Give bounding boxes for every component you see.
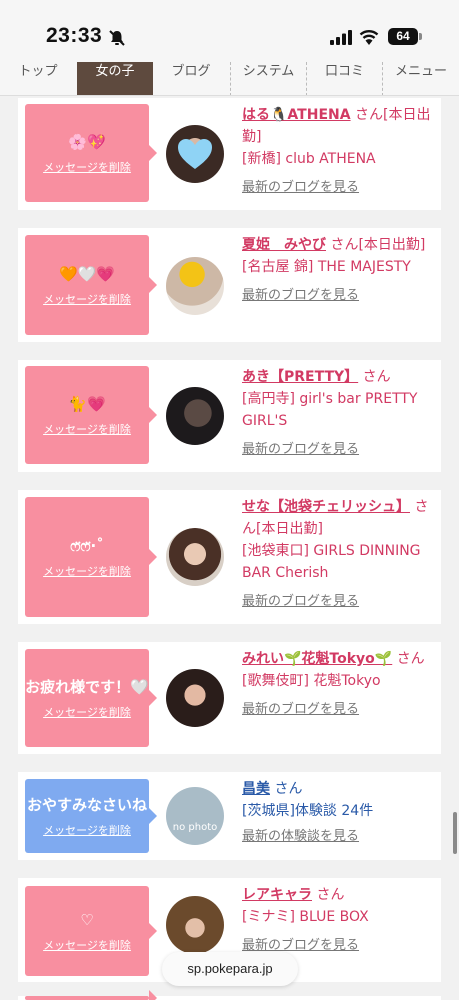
shop-name: [歌舞伎町] 花魁Tokyo [242,673,381,689]
latest-blog-link[interactable]: 最新のブログを見る [242,591,434,613]
message-text: 🧡🤍💗 [58,265,116,283]
delete-message-link[interactable]: メッセージを削除 [43,159,131,175]
message-bubble [25,990,157,1000]
message-card: おやすみなさいね メッセージを削除 no photo 昌美 さん [茨城県]体験… [18,772,441,860]
message-card: ෆ̈ෆ̈·˚ メッセージを削除 せな【池袋チェリッシュ】 さん[本日出勤] [池… [18,490,441,624]
message-text: ෆ̈ෆ̈·˚ [70,537,104,555]
message-card: 🌸💖 メッセージを削除 はる🐧ATHENA さん[本日出勤] [新橋] club… [18,98,441,210]
latest-review-link[interactable]: 最新の体験談を見る [242,826,434,848]
review-count: [茨城県]体験談 24件 [242,803,374,819]
latest-blog-link[interactable]: 最新のブログを見る [242,699,434,721]
avatar[interactable] [166,896,224,954]
delete-message-link[interactable]: メッセージを削除 [43,937,131,953]
tab-blog[interactable]: ブログ [153,62,229,95]
status-time: 23:33 [46,24,103,47]
latest-blog-link[interactable]: 最新のブログを見る [242,285,434,307]
message-text: 🐈💗 [68,395,106,413]
girl-name-link[interactable]: レアキャラ [242,887,312,903]
message-bubble: おやすみなさいね メッセージを削除 [25,779,157,853]
shop-name: [池袋東口] GIRLS DINNING BAR Cherish [242,543,421,581]
profile-info: 夏姫 みやび さん[本日出勤] [名古屋 錦] THE MAJESTY 最新のブ… [242,234,434,307]
battery-tip [419,33,422,40]
message-text: おやすみなさいね [26,796,147,814]
message-card: お疲れ様です！🤍 メッセージを削除 みれい🌱花魁Tokyo🌱 さん [歌舞伎町]… [18,642,441,754]
delete-message-link[interactable]: メッセージを削除 [43,822,131,838]
tab-top[interactable]: トップ [0,62,76,95]
girl-name-link[interactable]: 夏姫 みやび [242,237,326,253]
profile-info: 昌美 さん [茨城県]体験談 24件 最新の体験談を見る [242,778,434,848]
status-text: さん [316,887,345,903]
message-card: 🧡🤍💗 メッセージを削除 夏姫 みやび さん[本日出勤] [名古屋 錦] THE… [18,228,441,342]
message-bubble: 🐈💗 メッセージを削除 [25,366,157,464]
avatar[interactable] [166,528,224,586]
message-text: 🌸💖 [68,133,106,151]
tab-reviews[interactable]: 口コミ [306,62,382,95]
shop-name: [ミナミ] BLUE BOX [242,909,369,925]
delete-message-link[interactable]: メッセージを削除 [43,563,131,579]
avatar[interactable] [166,669,224,727]
message-text: ♡ [80,911,94,929]
message-bubble: ♡ メッセージを削除 [25,886,157,976]
shop-name: [新橋] club ATHENA [242,151,376,167]
profile-info: みれい🌱花魁Tokyo🌱 さん [歌舞伎町] 花魁Tokyo 最新のブログを見る [242,648,434,721]
girl-name-link[interactable]: はる🐧ATHENA [242,107,351,123]
heart-sticker-icon [178,139,212,169]
profile-info: はる🐧ATHENA さん[本日出勤] [新橋] club ATHENA 最新のブ… [242,104,434,199]
profile-info: あき【PRETTY】 さん [高円寺] girl's bar PRETTY GI… [242,366,434,461]
status-text: さん[本日出勤] [330,237,426,253]
message-bubble: 🧡🤍💗 メッセージを削除 [25,235,157,335]
scrollbar[interactable] [453,812,457,854]
girl-name-link[interactable]: みれい🌱花魁Tokyo🌱 [242,651,392,667]
message-bubble: ෆ̈ෆ̈·˚ メッセージを削除 [25,497,157,617]
girl-name-link[interactable]: あき【PRETTY】 [242,369,358,385]
tab-system[interactable]: システム [230,62,306,95]
delete-message-link[interactable]: メッセージを削除 [43,291,131,307]
battery-indicator: 64 [388,28,418,45]
delete-message-link[interactable]: メッセージを削除 [43,704,131,720]
message-text: お疲れ様です！🤍 [25,678,149,696]
status-text: さん [274,781,303,797]
bell-slash-icon [109,30,125,46]
tab-menu[interactable]: メニュー [382,62,459,95]
avatar[interactable] [166,387,224,445]
message-bubble: お疲れ様です！🤍 メッセージを削除 [25,649,157,747]
latest-blog-link[interactable]: 最新のブログを見る [242,439,434,461]
status-bar: 23:33 64 [0,0,459,62]
no-photo-text: no photo [172,822,218,833]
url-bar[interactable]: sp.pokepara.jp [162,952,298,986]
reviewer-name-link[interactable]: 昌美 [242,781,270,797]
girl-name-link[interactable]: せな【池袋チェリッシュ】 [242,499,410,515]
message-card: 🐈💗 メッセージを削除 あき【PRETTY】 さん [高円寺] girl's b… [18,360,441,472]
status-text: さん [362,369,391,385]
status-text: さん [396,651,425,667]
profile-info: せな【池袋チェリッシュ】 さん[本日出勤] [池袋東口] GIRLS DINNI… [242,496,434,613]
shop-name: [名古屋 錦] THE MAJESTY [242,259,411,275]
cell-signal-icon [330,30,352,45]
tab-girls[interactable]: 女の子 [77,62,153,95]
profile-info: レアキャラ さん [ミナミ] BLUE BOX 最新のブログを見る [242,884,434,957]
latest-blog-link[interactable]: 最新のブログを見る [242,177,434,199]
delete-message-link[interactable]: メッセージを削除 [43,421,131,437]
avatar[interactable] [166,257,224,315]
category-nav: トップ 女の子 ブログ システム 口コミ メニュー [0,62,459,96]
message-card-partial [18,990,441,1000]
wifi-icon [359,30,379,45]
message-bubble: 🌸💖 メッセージを削除 [25,104,157,202]
avatar[interactable] [166,125,224,183]
avatar-placeholder[interactable]: no photo [166,787,224,845]
shop-name: [高円寺] girl's bar PRETTY GIRL'S [242,391,418,429]
